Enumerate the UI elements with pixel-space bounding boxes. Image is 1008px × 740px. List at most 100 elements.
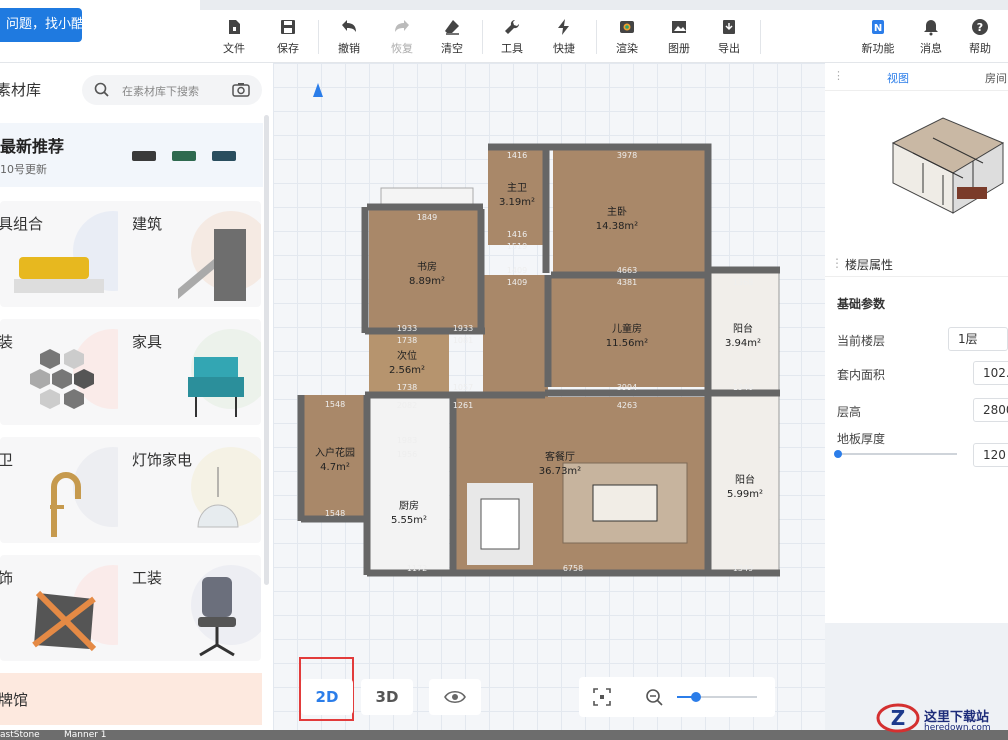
- new-feature-button[interactable]: N 新功能: [856, 18, 900, 56]
- thickness-slider[interactable]: [834, 450, 957, 458]
- floor-thickness-field[interactable]: 120: [973, 443, 1008, 467]
- fit-screen-icon[interactable]: [593, 688, 611, 706]
- svg-text:1738: 1738: [397, 383, 417, 392]
- room-name: 入户花园: [315, 446, 355, 459]
- zoom-slider[interactable]: [677, 692, 757, 702]
- room-area: 2.56m²: [389, 365, 425, 376]
- tools-button[interactable]: 工具: [490, 18, 534, 56]
- top-toolbar: 问题，找小酷 文件 保存 撤销 恢复 清空 工具 快捷 渲染 图册 导出 N 新…: [0, 0, 1008, 63]
- watermark-logo: Z: [876, 703, 920, 733]
- room-name: 主卧: [607, 205, 627, 218]
- clear-button[interactable]: 清空: [430, 18, 474, 56]
- design-canvas[interactable]: 主卫 3.19m² 主卧 14.38m² 书房 8.89m² 儿童房 11.56…: [273, 63, 825, 730]
- zoom-out-icon[interactable]: [645, 688, 663, 706]
- floor-properties-header[interactable]: ⋮ 楼层属性: [825, 247, 1008, 277]
- room-name: 阳台: [735, 473, 755, 486]
- floor-height-field[interactable]: 2800: [973, 398, 1008, 422]
- current-floor-select[interactable]: 1层: [948, 327, 1008, 351]
- visibility-button[interactable]: [429, 679, 481, 715]
- zoom-control: [579, 677, 775, 717]
- messages-button[interactable]: 消息: [909, 18, 953, 56]
- svg-text:3978: 3978: [617, 151, 637, 160]
- album-button[interactable]: 图册: [657, 18, 701, 56]
- help-bubble[interactable]: 问题，找小酷: [0, 8, 82, 42]
- svg-text:1416: 1416: [507, 151, 527, 160]
- room-area: 11.56m²: [606, 338, 648, 349]
- svg-text:1738: 1738: [397, 336, 417, 345]
- question-icon: ?: [958, 18, 1002, 38]
- pendant-lamp-icon: [197, 467, 239, 528]
- room-name: 阳台: [733, 322, 753, 335]
- floor-plan[interactable]: 主卫 3.19m² 主卧 14.38m² 书房 8.89m² 儿童房 11.56…: [273, 63, 825, 663]
- sofa-thumb: [212, 151, 236, 161]
- help-button[interactable]: ? 帮助: [958, 18, 1002, 56]
- category-card[interactable]: 建筑: [118, 201, 261, 307]
- svg-text:2082: 2082: [397, 401, 417, 410]
- drag-handle-icon[interactable]: ⋮: [833, 69, 844, 82]
- render-button[interactable]: 渲染: [605, 18, 649, 56]
- save-button[interactable]: 保存: [266, 18, 310, 56]
- hexagon-tile-icon: [30, 349, 94, 409]
- svg-text:1409: 1409: [507, 278, 527, 287]
- floor-height-label: 层高: [837, 405, 862, 419]
- eye-icon: [444, 690, 466, 704]
- taskbar-strip: astStone Manner 1: [0, 730, 1008, 740]
- svg-text:1956: 1956: [397, 450, 417, 459]
- svg-text:3994: 3994: [617, 383, 637, 392]
- room-area: 36.73m²: [539, 466, 581, 477]
- brand-hall-button[interactable]: 牌馆: [0, 673, 262, 725]
- camera-icon[interactable]: [232, 82, 250, 102]
- basic-params-title: 基础参数: [837, 297, 886, 311]
- zoom-slider-handle[interactable]: [691, 692, 701, 702]
- export-icon: [707, 18, 751, 38]
- new-recommend-banner[interactable]: 最新推荐 10号更新: [0, 123, 263, 187]
- inner-area-label: 套内面积: [837, 368, 886, 382]
- inner-area-field[interactable]: 102.2: [973, 361, 1008, 385]
- view-2d-button[interactable]: 2D: [301, 679, 353, 715]
- thickness-slider-handle[interactable]: [834, 450, 842, 458]
- room-name: 次位: [397, 349, 417, 362]
- svg-text:1057: 1057: [453, 383, 473, 392]
- drag-handle-icon: ⋮: [831, 256, 843, 270]
- tab-room[interactable]: 房间: [985, 70, 1007, 86]
- file-button[interactable]: 文件: [212, 18, 256, 56]
- search-icon: [94, 82, 110, 102]
- lightning-icon: [542, 18, 586, 38]
- room-area: 5.99m²: [727, 489, 763, 500]
- svg-text:1081: 1081: [453, 336, 473, 345]
- svg-text:1983: 1983: [397, 436, 417, 445]
- room-name: 客餐厅: [545, 450, 575, 463]
- category-card[interactable]: 家具: [118, 319, 261, 425]
- room-name: 儿童房: [612, 322, 642, 335]
- 3d-preview[interactable]: [873, 103, 1008, 241]
- room-name: 厨房: [399, 499, 419, 512]
- save-icon: [266, 18, 310, 38]
- redo-button[interactable]: 恢复: [380, 18, 424, 56]
- image-icon: [657, 18, 701, 38]
- room-name: 主卫: [507, 182, 527, 194]
- room-area: 3.94m²: [725, 338, 761, 349]
- svg-text:1849: 1849: [417, 213, 437, 222]
- room-area: 5.55m²: [391, 515, 427, 526]
- svg-text:1519: 1519: [507, 242, 527, 251]
- sofa-thumb: [172, 151, 196, 161]
- svg-text:4663: 4663: [617, 266, 637, 275]
- undo-button[interactable]: 撤销: [327, 18, 371, 56]
- scrollbar[interactable]: [264, 115, 269, 585]
- new-badge-icon: N: [856, 18, 900, 38]
- faucet-icon: [50, 472, 81, 537]
- category-card[interactable]: 灯饰家电: [118, 437, 261, 543]
- sofa-thumb: [132, 151, 156, 161]
- view-3d-button[interactable]: 3D: [361, 679, 413, 715]
- tab-view[interactable]: 视图: [887, 70, 909, 86]
- category-card[interactable]: 工装: [118, 555, 261, 661]
- search-input[interactable]: 在素材库下搜索: [82, 75, 262, 105]
- export-button[interactable]: 导出: [707, 18, 751, 56]
- redo-icon: [380, 18, 424, 38]
- svg-text:1172: 1172: [407, 564, 427, 573]
- properties-panel: ⋮ 视图 房间 ⋮ 楼层属性 基础参数 当前楼层 1层 套内面积 102.2 层…: [825, 63, 1008, 623]
- office-chair-icon: [198, 577, 236, 657]
- quick-button[interactable]: 快捷: [542, 18, 586, 56]
- render-icon: [605, 18, 649, 38]
- svg-text:4381: 4381: [617, 278, 637, 287]
